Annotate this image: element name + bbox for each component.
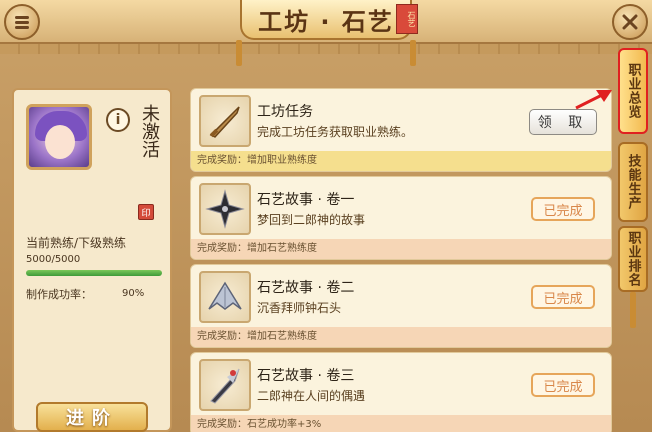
task-reward: 完成奖励：石艺成功率+3%	[191, 415, 611, 432]
tassel-left	[236, 40, 242, 66]
tab-tassel	[630, 292, 636, 328]
spear-icon	[199, 359, 251, 411]
trident-icon	[199, 271, 251, 323]
menu-button[interactable]	[4, 4, 40, 40]
completed-badge: 已完成	[531, 373, 595, 397]
task-desc: 完成工坊任务获取职业熟练。	[257, 125, 414, 139]
task-reward: 完成奖励：增加石艺熟练度	[191, 239, 611, 259]
advance-button[interactable]: 进阶	[36, 402, 148, 432]
pointer-arrow-icon	[575, 90, 612, 110]
title-tag: 石艺	[396, 4, 418, 34]
task-reward: 完成奖励：增加石艺熟练度	[191, 327, 611, 347]
task-row: 石艺故事 · 卷二 沉香拜师钟石头 已完成 完成奖励：增加石艺熟练度	[190, 264, 612, 348]
shuriken-icon	[199, 183, 251, 235]
proficiency-value: 5000/5000	[26, 254, 81, 265]
task-title: 石艺故事 · 卷一	[257, 192, 355, 208]
page-title: 工坊 · 石艺	[240, 0, 412, 40]
dagger-icon	[199, 95, 251, 147]
task-title: 工坊任务	[257, 104, 313, 120]
task-row: 石艺故事 · 卷三 二郎神在人间的偶遇 已完成 完成奖励：石艺成功率+3%	[190, 352, 612, 432]
task-desc: 沉香拜师钟石头	[257, 301, 342, 315]
completed-badge: 已完成	[531, 285, 595, 309]
stamp-icon[interactable]: 印	[138, 204, 154, 220]
info-icon[interactable]: i	[106, 108, 130, 132]
task-title: 石艺故事 · 卷三	[257, 368, 355, 384]
task-title: 石艺故事 · 卷二	[257, 280, 355, 296]
top-bar-border	[0, 44, 652, 54]
close-icon	[622, 14, 638, 30]
tab-overview[interactable]: 职业总览	[618, 48, 648, 134]
tab-skill-production[interactable]: 技能生产	[618, 142, 648, 222]
activation-status: 未激活	[139, 104, 160, 158]
avatar	[26, 104, 92, 170]
task-desc: 二郎神在人间的偶遇	[257, 389, 366, 403]
completed-badge: 已完成	[531, 197, 595, 221]
proficiency-bar	[26, 270, 162, 276]
task-row: 石艺故事 · 卷一 梦回到二郎神的故事 已完成 完成奖励：增加石艺熟练度	[190, 176, 612, 260]
task-reward: 完成奖励：增加职业熟练度	[191, 151, 611, 171]
tassel-right	[410, 40, 416, 66]
menu-icon	[15, 16, 29, 29]
claim-button[interactable]: 领 取	[529, 109, 597, 135]
success-rate-label: 制作成功率：	[26, 288, 92, 301]
proficiency-bar-fill	[26, 270, 162, 276]
success-rate-value: 90%	[122, 288, 145, 299]
avatar-face	[45, 125, 75, 159]
task-desc: 梦回到二郎神的故事	[257, 213, 366, 227]
task-row: 工坊任务 完成工坊任务获取职业熟练。 领 取 完成奖励：增加职业熟练度	[190, 88, 612, 172]
task-list: 工坊任务 完成工坊任务获取职业熟练。 领 取 完成奖励：增加职业熟练度 石艺故事…	[190, 88, 612, 432]
close-button[interactable]	[612, 4, 648, 40]
profile-panel: i 未激活 印 当前熟练/下级熟练 5000/5000 制作成功率： 90% 进…	[12, 88, 172, 432]
tab-ranking[interactable]: 职业排名	[618, 226, 648, 292]
proficiency-label: 当前熟练/下级熟练	[26, 236, 127, 250]
